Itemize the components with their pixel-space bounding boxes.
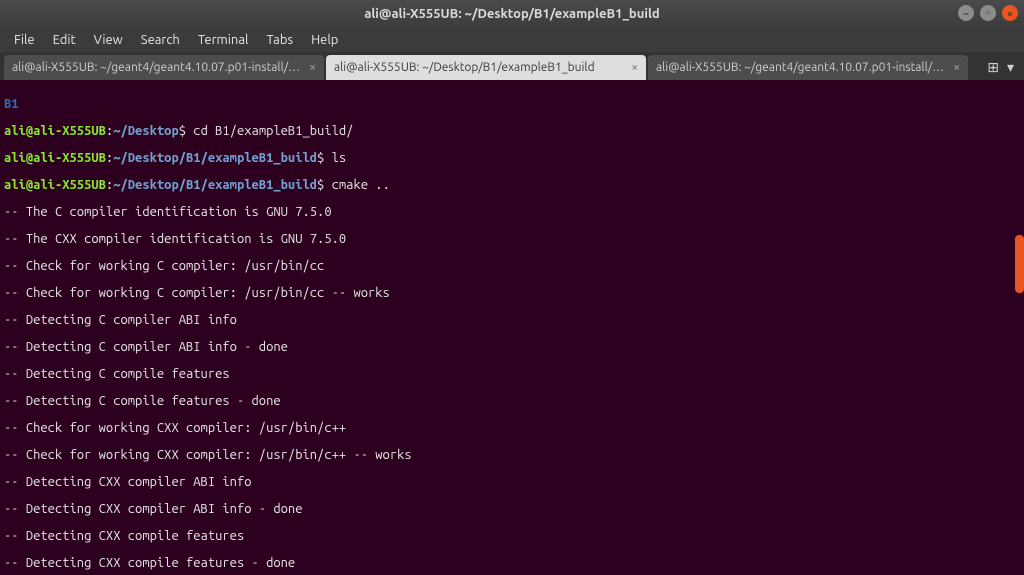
tab-label: ali@ali-X555UB: ~/geant4/geant4.10.07.p0… xyxy=(12,61,301,74)
terminal-output: -- Detecting C compile features xyxy=(4,368,1020,382)
prompt-user: ali@ali-X555UB xyxy=(4,124,106,138)
tab-close-icon[interactable]: × xyxy=(953,61,960,74)
tab-bar: ali@ali-X555UB: ~/geant4/geant4.10.07.p0… xyxy=(0,52,1024,80)
prompt-command: cd B1/exampleB1_build/ xyxy=(193,124,353,138)
close-button[interactable]: × xyxy=(1002,5,1018,21)
tab-label: ali@ali-X555UB: ~/geant4/geant4.10.07.p0… xyxy=(656,61,945,74)
terminal-output: -- Detecting CXX compile features - done xyxy=(4,557,1020,571)
terminal-output: -- The C compiler identification is GNU … xyxy=(4,206,1020,220)
tab-close-icon[interactable]: × xyxy=(631,61,638,74)
tab-toolbar: ⊞ ▾ xyxy=(981,55,1020,80)
menu-file[interactable]: File xyxy=(6,30,43,50)
terminal-tab[interactable]: ali@ali-X555UB: ~/Desktop/B1/exampleB1_b… xyxy=(326,55,646,80)
terminal-tab[interactable]: ali@ali-X555UB: ~/geant4/geant4.10.07.p0… xyxy=(648,55,968,80)
terminal-viewport[interactable]: B1 ali@ali-X555UB:~/Desktop$ cd B1/examp… xyxy=(0,80,1024,575)
terminal-output: -- Detecting CXX compiler ABI info - don… xyxy=(4,503,1020,517)
terminal-text: B1 xyxy=(4,97,19,111)
menu-help[interactable]: Help xyxy=(303,30,346,50)
terminal-output: -- Check for working C compiler: /usr/bi… xyxy=(4,260,1020,274)
prompt-user: ali@ali-X555UB xyxy=(4,178,106,192)
minimize-button[interactable]: – xyxy=(958,5,974,21)
prompt-command: cmake .. xyxy=(332,178,390,192)
prompt-path: ~/Desktop/B1/exampleB1_build xyxy=(113,178,317,192)
prompt-path: ~/Desktop xyxy=(113,124,179,138)
scrollbar-thumb[interactable] xyxy=(1015,235,1024,293)
terminal-output: -- Detecting C compiler ABI info - done xyxy=(4,341,1020,355)
menu-view[interactable]: View xyxy=(86,30,131,50)
menu-tabs[interactable]: Tabs xyxy=(258,30,301,50)
tab-overflow-icon[interactable]: ▾ xyxy=(1007,59,1014,76)
terminal-output: -- Check for working C compiler: /usr/bi… xyxy=(4,287,1020,301)
terminal-tab[interactable]: ali@ali-X555UB: ~/geant4/geant4.10.07.p0… xyxy=(4,55,324,80)
terminal-output: -- Detecting C compiler ABI info xyxy=(4,314,1020,328)
menu-edit[interactable]: Edit xyxy=(45,30,84,50)
terminal-output: -- Detecting C compile features - done xyxy=(4,395,1020,409)
terminal-output: -- Detecting CXX compile features xyxy=(4,530,1020,544)
terminal-output: -- Detecting CXX compiler ABI info xyxy=(4,476,1020,490)
prompt-path: ~/Desktop/B1/exampleB1_build xyxy=(113,151,317,165)
window-title: ali@ali-X555UB: ~/Desktop/B1/exampleB1_b… xyxy=(364,7,659,21)
terminal-output: -- The CXX compiler identification is GN… xyxy=(4,233,1020,247)
window-controls: – ◦ × xyxy=(958,5,1018,21)
menu-bar: File Edit View Search Terminal Tabs Help xyxy=(0,28,1024,52)
tab-label: ali@ali-X555UB: ~/Desktop/B1/exampleB1_b… xyxy=(334,61,623,74)
window-titlebar: ali@ali-X555UB: ~/Desktop/B1/exampleB1_b… xyxy=(0,0,1024,28)
tab-close-icon[interactable]: × xyxy=(309,61,316,74)
terminal-output: -- Check for working CXX compiler: /usr/… xyxy=(4,422,1020,436)
prompt-command: ls xyxy=(332,151,347,165)
terminal-output: -- Check for working CXX compiler: /usr/… xyxy=(4,449,1020,463)
prompt-user: ali@ali-X555UB xyxy=(4,151,106,165)
menu-search[interactable]: Search xyxy=(133,30,188,50)
menu-terminal[interactable]: Terminal xyxy=(190,30,257,50)
new-tab-icon[interactable]: ⊞ xyxy=(987,59,999,76)
maximize-button[interactable]: ◦ xyxy=(980,5,996,21)
